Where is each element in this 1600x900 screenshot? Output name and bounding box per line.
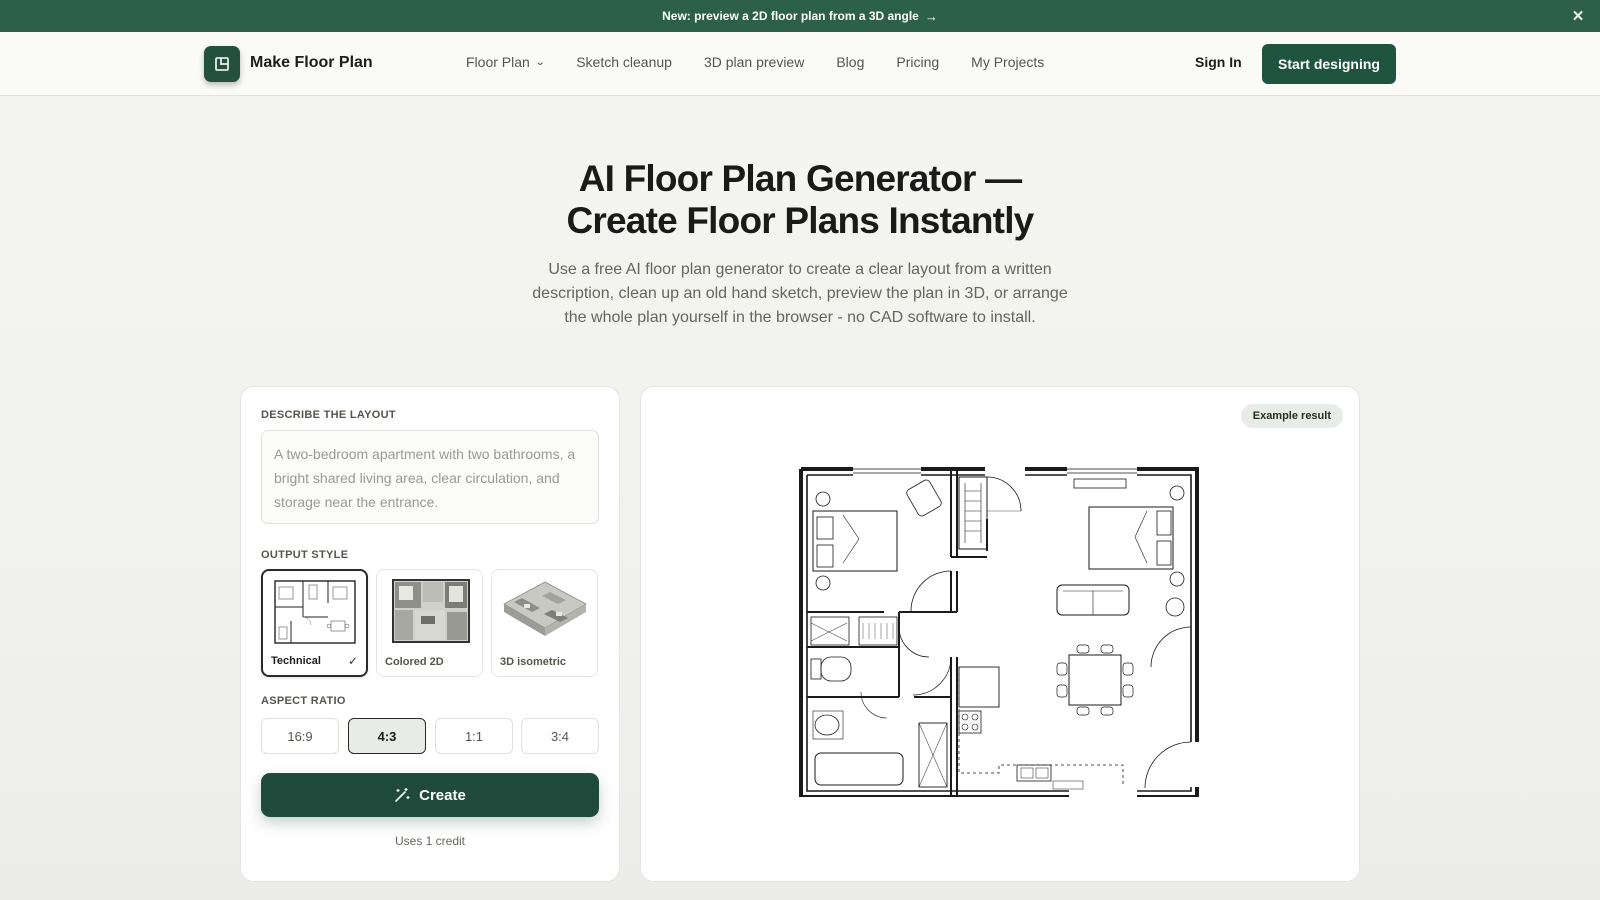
ratio-option-4-3[interactable]: 4:3 xyxy=(348,718,426,754)
technical-thumbnail xyxy=(274,580,356,644)
floor-plan-logo-icon[interactable] xyxy=(204,46,240,82)
ratio-option-1-1[interactable]: 1:1 xyxy=(435,718,513,754)
style-option-3d-isometric[interactable]: 3D isometric xyxy=(491,569,598,677)
style-option-technical[interactable]: Technical ✓ xyxy=(261,569,368,677)
layout-description-input[interactable]: A two-bedroom apartment with two bathroo… xyxy=(261,430,599,524)
brand-name[interactable]: Make Floor Plan xyxy=(250,54,373,72)
create-label: Create xyxy=(419,786,466,804)
colored-2d-thumbnail xyxy=(392,579,470,643)
output-style-label: OUTPUT STYLE xyxy=(261,549,349,561)
nav-item-blog[interactable]: Blog xyxy=(836,54,864,70)
style-label: 3D isometric xyxy=(500,656,567,668)
announcement-bar[interactable]: New: preview a 2D floor plan from a 3D a… xyxy=(0,0,1600,32)
title-line-1: AI Floor Plan Generator — xyxy=(578,158,1022,199)
nav-item-sketch-cleanup[interactable]: Sketch cleanup xyxy=(576,54,672,70)
preview-panel: Example result xyxy=(640,386,1360,882)
arrow-right-icon: → xyxy=(924,8,938,24)
page-subtitle: Use a free AI floor plan generator to cr… xyxy=(532,261,1068,326)
create-button[interactable]: Create xyxy=(261,773,599,817)
site-header: Make Floor Plan Floor Plan ⌄ Sketch clean… xyxy=(0,32,1600,96)
ratio-option-16-9[interactable]: 16:9 xyxy=(261,718,339,754)
style-label: Technical xyxy=(271,655,321,667)
start-designing-button[interactable]: Start designing xyxy=(1262,44,1396,84)
page-title: AI Floor Plan Generator — Create Floor P… xyxy=(0,158,1600,242)
nav-item-3d-plan-preview[interactable]: 3D plan preview xyxy=(704,54,804,70)
ratio-option-3-4[interactable]: 3:4 xyxy=(521,718,599,754)
aspect-ratio-label: ASPECT RATIO xyxy=(261,695,346,707)
close-icon[interactable]: ✕ xyxy=(1570,8,1586,25)
style-label: Colored 2D xyxy=(385,656,444,668)
main-nav: Floor Plan ⌄ Sketch cleanup 3D plan previ… xyxy=(466,54,1076,70)
style-option-colored-2d[interactable]: Colored 2D xyxy=(376,569,483,677)
credit-note: Uses 1 credit xyxy=(394,834,466,848)
sign-in-link[interactable]: Sign In xyxy=(1195,54,1242,70)
example-result-badge: Example result xyxy=(1240,404,1343,428)
nav-label: Floor Plan xyxy=(466,54,530,70)
title-line-2: Create Floor Plans Instantly xyxy=(566,200,1035,241)
chevron-down-icon: ⌄ xyxy=(534,56,546,68)
announcement-text[interactable]: New: preview a 2D floor plan from a 3D a… xyxy=(662,9,919,23)
floor-plan-drawing xyxy=(799,467,1199,797)
nav-item-pricing[interactable]: Pricing xyxy=(896,54,939,70)
describe-layout-label: DESCRIBE THE LAYOUT xyxy=(261,409,396,421)
magic-wand-icon xyxy=(394,787,410,803)
3d-isometric-thumbnail xyxy=(503,581,587,636)
nav-item-my-projects[interactable]: My Projects xyxy=(971,54,1044,70)
nav-item-floor-plan[interactable]: Floor Plan ⌄ xyxy=(466,54,546,70)
checkmark-icon: ✓ xyxy=(347,654,358,668)
generator-form-panel: DESCRIBE THE LAYOUT A two-bedroom apartm… xyxy=(240,386,620,882)
